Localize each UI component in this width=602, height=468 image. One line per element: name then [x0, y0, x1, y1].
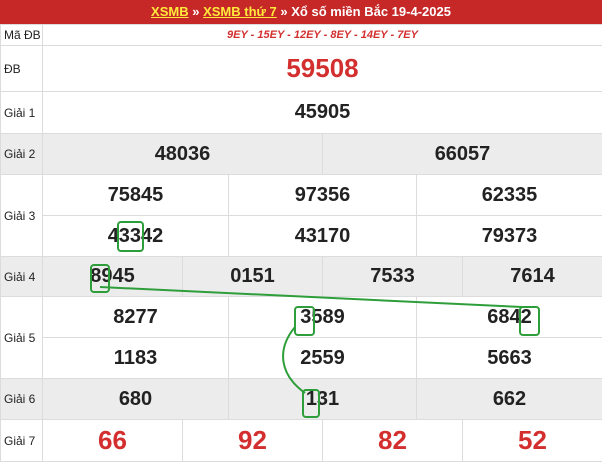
- db-label: ĐB: [0, 45, 43, 92]
- db-row: ĐB 59508: [0, 45, 602, 92]
- breadcrumb-separator: »: [188, 4, 204, 19]
- g5-value: 8277: [42, 296, 229, 338]
- g2-label: Giải 2: [0, 133, 43, 175]
- g5-value: 1183: [42, 337, 229, 379]
- g4-value: 7614: [462, 256, 602, 297]
- g3-label: Giải 3: [0, 174, 43, 257]
- highlight-box: [519, 306, 540, 336]
- g5-label: Giải 5: [0, 296, 43, 379]
- ma-db-row: Mã ĐB 9EY - 15EY - 12EY - 8EY - 14EY - 7…: [0, 24, 602, 46]
- g5-value: 6842: [416, 296, 602, 338]
- g2-value: 66057: [322, 133, 602, 175]
- results-table: Mã ĐB 9EY - 15EY - 12EY - 8EY - 14EY - 7…: [0, 24, 602, 462]
- g5-row: 1183 2559 5663: [1, 337, 602, 379]
- g2-row: Giải 2 48036 66057: [0, 133, 602, 175]
- g3-value: 43170: [228, 215, 417, 257]
- g5-value: 2559: [228, 337, 417, 379]
- g7-value: 92: [182, 419, 323, 462]
- g3-value: 62335: [416, 174, 602, 216]
- g6-value: 662: [416, 378, 602, 420]
- page-title: Xổ số miền Bắc 19-4-2025: [291, 4, 451, 19]
- g1-label: Giải 1: [0, 91, 43, 134]
- g4-value: 8945: [42, 256, 183, 297]
- g6-value: 131: [228, 378, 417, 420]
- db-value: 59508: [42, 45, 602, 92]
- g7-value: 66: [42, 419, 183, 462]
- ma-db-label: Mã ĐB: [0, 24, 43, 46]
- xsmb-link[interactable]: XSMB: [151, 4, 189, 19]
- g7-value: 82: [322, 419, 463, 462]
- g1-value: 45905: [42, 91, 602, 134]
- highlight-box: [294, 306, 315, 336]
- highlight-box: [117, 221, 144, 252]
- ma-db-value: 9EY - 15EY - 12EY - 8EY - 14EY - 7EY: [42, 24, 602, 46]
- g3-value: 97356: [228, 174, 417, 216]
- g4-value: 7533: [322, 256, 463, 297]
- xsmb-thu7-link[interactable]: XSMB thứ 7: [203, 4, 277, 19]
- g2-value: 48036: [42, 133, 323, 175]
- g6-value: 680: [42, 378, 229, 420]
- g4-label: Giải 4: [0, 256, 43, 297]
- g5-value: 5663: [416, 337, 602, 379]
- g1-row: Giải 1 45905: [0, 91, 602, 134]
- g5-value: 3589: [228, 296, 417, 338]
- g3-value: 75845: [42, 174, 229, 216]
- g3-row: 43342 43170 79373: [1, 215, 602, 257]
- highlight-box: [90, 264, 110, 293]
- g7-row: Giải 7 66 92 82 52: [0, 419, 602, 462]
- highlight-box: [302, 389, 320, 418]
- breadcrumb-header: XSMB » XSMB thứ 7 » Xổ số miền Bắc 19-4-…: [0, 0, 602, 24]
- g3-value: 79373: [416, 215, 602, 257]
- breadcrumb-separator: »: [276, 4, 292, 19]
- g3-row: Giải 3 75845 97356 62335: [0, 174, 602, 257]
- g7-label: Giải 7: [0, 419, 43, 462]
- g7-value: 52: [462, 419, 602, 462]
- g6-label: Giải 6: [0, 378, 43, 420]
- g4-value: 0151: [182, 256, 323, 297]
